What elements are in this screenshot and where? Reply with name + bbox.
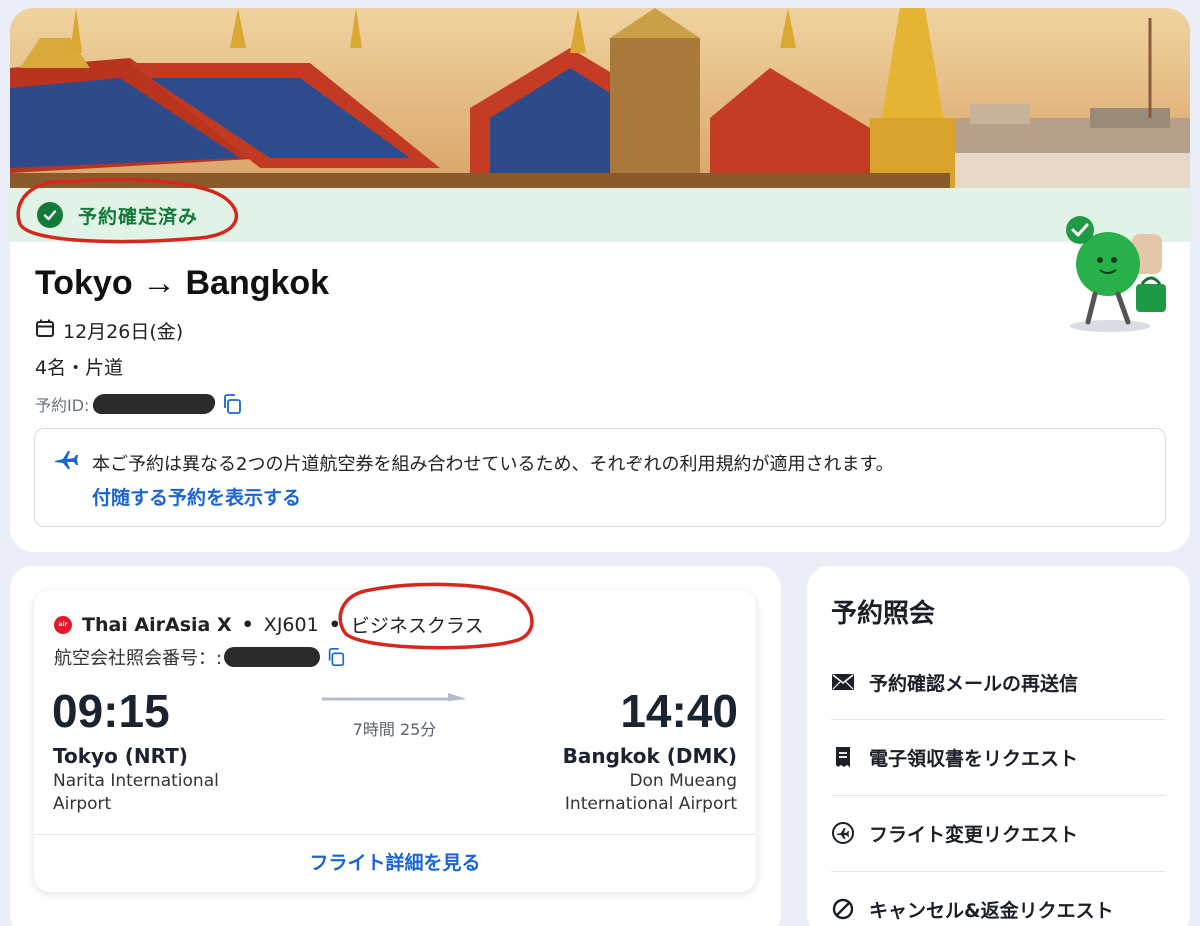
side-item-label: フライト変更リクエスト [869, 823, 1079, 846]
cabin-class: ビジネスクラス [350, 615, 484, 637]
separator-dot: • [241, 613, 254, 636]
copy-icon[interactable] [326, 647, 346, 667]
side-item-label: キャンセル&返金リクエスト [869, 899, 1114, 922]
trip-passengers: 4名・片道 [35, 357, 124, 379]
arrival-city: Bangkok (DMK) [562, 744, 737, 768]
booking-id-redacted [92, 394, 217, 414]
manage-booking-panel: 予約照会 予約確認メールの再送信 電子領収書をリクエスト フライト変更リクエスト… [807, 566, 1190, 926]
airline-reference-label: 航空会社照会番号：: [54, 648, 223, 669]
flight-change-request-button[interactable]: フライト変更リクエスト [831, 795, 1165, 871]
request-e-receipt-button[interactable]: 電子領収書をリクエスト [831, 719, 1165, 795]
trip-date: 12月26日(金) [63, 321, 184, 343]
check-circle-icon [37, 202, 63, 228]
airline-reference-redacted [224, 647, 321, 667]
airline-row: air Thai AirAsia X • XJ601 • ビジネスクラス [54, 611, 483, 638]
manage-booking-title: 予約照会 [831, 599, 936, 629]
side-item-label: 電子領収書をリクエスト [869, 747, 1079, 770]
flight-section: air Thai AirAsia X • XJ601 • ビジネスクラス 航空会… [10, 566, 781, 926]
combined-ticket-notice: 本ご予約は異なる2つの片道航空券を組み合わせているため、それぞれの利用規約が適用… [34, 428, 1166, 527]
notice-text: 本ご予約は異なる2つの片道航空券を組み合わせているため、それぞれの利用規約が適用… [92, 454, 894, 475]
divider [34, 834, 756, 835]
departure-airport: Narita International Airport [53, 771, 219, 814]
trip-route-title: Tokyo → Bangkok [35, 264, 330, 302]
hero-image-temple [10, 8, 1190, 188]
flight-change-icon [831, 821, 855, 845]
flight-duration: 7時間 25分 [352, 720, 437, 739]
departure-city: Tokyo (NRT) [53, 744, 188, 768]
airline-reference-row: 航空会社照会番号：: [54, 644, 346, 670]
receipt-icon [831, 745, 855, 769]
show-related-booking-link[interactable]: 付随する予約を表示する [92, 483, 301, 510]
booking-status-label: 予約確定済み [78, 206, 199, 228]
departure-time: 09:15 [52, 685, 170, 737]
trip-date-row: 12月26日(金) [35, 317, 183, 344]
view-flight-details-link[interactable]: フライト詳細を見る [34, 848, 756, 875]
separator-dot: • [328, 613, 341, 636]
booking-status-bar: 予約確定済み [10, 188, 1190, 242]
airasia-logo-icon: air [54, 615, 72, 634]
cancel-icon [831, 897, 855, 921]
airplane-icon [53, 449, 79, 475]
arrival-airport: Don Mueang International Airport [564, 771, 737, 814]
airline-name: Thai AirAsia X [82, 613, 232, 636]
mail-icon [831, 670, 855, 694]
route-arrow-icon [322, 693, 467, 701]
flight-number: XJ601 [263, 613, 319, 636]
flight-card: air Thai AirAsia X • XJ601 • ビジネスクラス 航空会… [34, 582, 756, 892]
arrival-time: 14:40 [620, 685, 738, 737]
side-item-label: 予約確認メールの再送信 [869, 672, 1079, 695]
booking-id-row: 予約ID: [35, 392, 243, 416]
cancel-refund-request-button[interactable]: キャンセル&返金リクエスト [831, 871, 1165, 926]
copy-icon[interactable] [221, 393, 243, 415]
resend-confirmation-email-button[interactable]: 予約確認メールの再送信 [831, 644, 1165, 720]
booking-id-label: 予約ID: [35, 396, 90, 415]
mascot-illustration [1050, 204, 1170, 338]
booking-summary-card: 予約確定済み Tokyo → Bangkok 12月26日(金) 4名・片道 予… [10, 8, 1190, 552]
calendar-icon [35, 318, 55, 343]
